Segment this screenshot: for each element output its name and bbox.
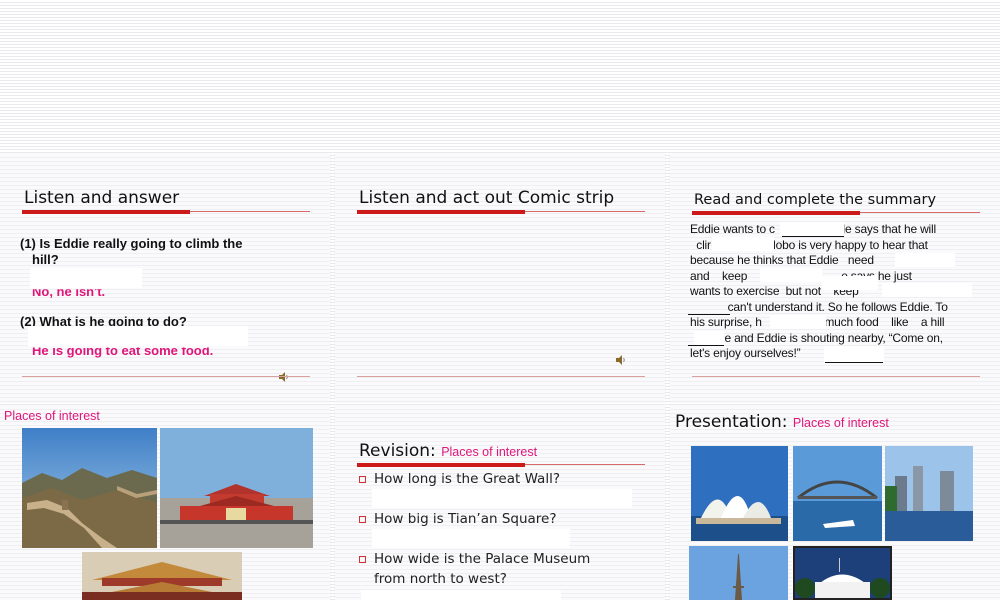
slide-title-label: Presentation: bbox=[675, 412, 788, 432]
summary-line: e and Eddie is shouting nearby, “Come on… bbox=[690, 330, 943, 345]
revision-question-continued: from north to west? bbox=[374, 571, 507, 587]
answer-mask bbox=[372, 529, 570, 548]
blank-mask bbox=[824, 346, 884, 362]
answer-mask bbox=[361, 590, 561, 600]
slide-listen-and-answer[interactable]: Listen and answer (1) Is Eddie really go… bbox=[0, 154, 330, 402]
speaker-icon[interactable] bbox=[278, 371, 290, 386]
revision-question: How wide is the Palace Museum bbox=[374, 551, 591, 567]
slide-title: Places of interest bbox=[4, 409, 100, 423]
question-1: (1) Is Eddie really going to climb the bbox=[20, 236, 243, 251]
blank-mask bbox=[780, 222, 844, 236]
bullet-icon bbox=[359, 476, 366, 483]
slide-presentation[interactable]: Presentation: Places of interest bbox=[670, 406, 1000, 600]
great-wall-photo bbox=[22, 428, 157, 548]
speaker-icon[interactable] bbox=[615, 354, 627, 369]
slide-title: Read and complete the summary bbox=[694, 192, 937, 208]
blank-line bbox=[688, 345, 724, 346]
slide-summary[interactable]: Read and complete the summary Eddie want… bbox=[670, 154, 1000, 402]
slide-subtitle: Places of interest bbox=[441, 445, 538, 459]
blank-line bbox=[782, 236, 844, 237]
slide-title: Revision: Places of interest bbox=[359, 441, 537, 461]
blank-mask bbox=[712, 237, 774, 251]
answer-mask bbox=[28, 326, 248, 346]
slide-title: Listen and answer bbox=[24, 188, 180, 208]
blank-mask bbox=[694, 331, 724, 345]
blank-mask bbox=[895, 253, 955, 267]
slide-revision[interactable]: Revision: Places of interest How long is… bbox=[335, 406, 665, 600]
blank-line bbox=[688, 314, 730, 315]
blank-mask bbox=[770, 315, 826, 329]
blank-mask bbox=[760, 268, 822, 282]
city-waterfront-photo bbox=[885, 446, 973, 541]
eiffel-tower-photo bbox=[689, 546, 788, 600]
harbour-bridge-photo bbox=[793, 446, 882, 541]
blank-mask bbox=[822, 276, 878, 290]
tiananmen-photo bbox=[160, 428, 313, 548]
blank-line bbox=[825, 362, 883, 363]
slide-places-photos[interactable]: Places of interest bbox=[0, 406, 330, 600]
slide-title-label: Revision: bbox=[359, 441, 436, 461]
revision-question: How long is the Great Wall? bbox=[374, 471, 560, 487]
slide-title: Listen and act out Comic strip bbox=[359, 188, 615, 208]
slide-title: Presentation: Places of interest bbox=[675, 412, 889, 432]
blank-mask bbox=[882, 283, 972, 297]
footer-rule bbox=[357, 376, 645, 377]
answer-mask bbox=[372, 489, 632, 508]
bullet-icon bbox=[359, 556, 366, 563]
summary-line: his surprise, h much food like a hill bbox=[690, 315, 945, 329]
bullet-icon bbox=[359, 516, 366, 523]
white-house-photo bbox=[793, 546, 892, 600]
slide-subtitle: Places of interest bbox=[792, 416, 889, 430]
question-1-continued: hill? bbox=[32, 252, 59, 267]
footer-rule bbox=[692, 376, 980, 377]
answer-mask bbox=[30, 268, 142, 288]
revision-question: How big is Tian’an Square? bbox=[374, 511, 557, 527]
title-accent-bar bbox=[357, 463, 525, 467]
sydney-opera-house-photo bbox=[691, 446, 788, 541]
title-accent-bar bbox=[22, 210, 190, 214]
title-accent-bar bbox=[692, 211, 860, 215]
title-accent-bar bbox=[357, 210, 525, 214]
footer-rule bbox=[22, 376, 310, 377]
slide-comic-strip[interactable]: Listen and act out Comic strip bbox=[335, 154, 665, 402]
summary-line: can't understand it. So he follows Eddie… bbox=[690, 299, 948, 314]
palace-museum-photo bbox=[82, 552, 242, 600]
